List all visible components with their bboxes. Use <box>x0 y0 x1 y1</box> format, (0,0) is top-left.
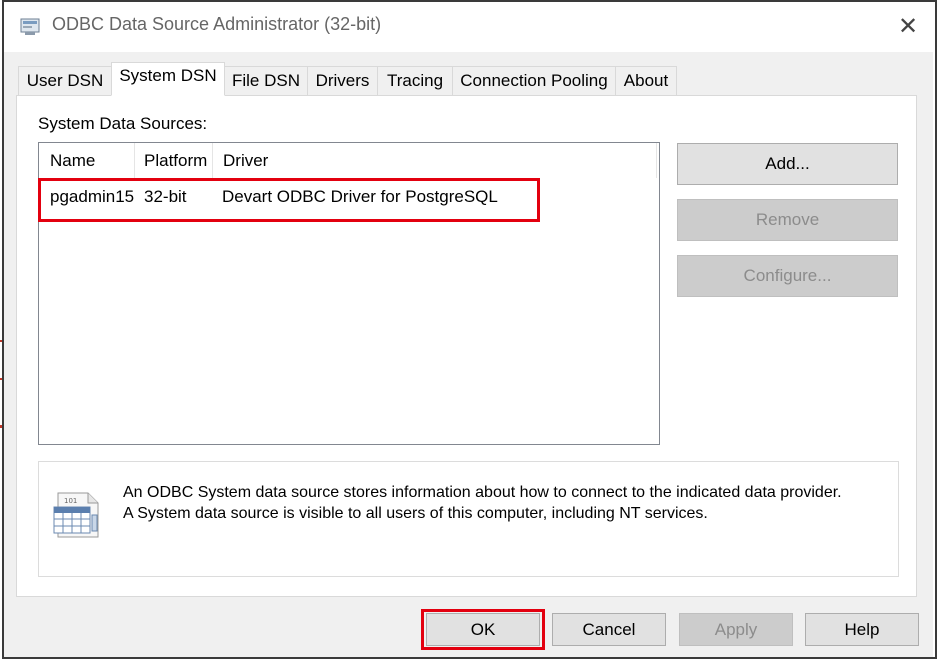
tab-label: Connection Pooling <box>460 71 608 90</box>
column-header-label: Driver <box>223 150 269 170</box>
column-header-label: Name <box>50 150 96 170</box>
column-header-label: Platform <box>144 150 208 170</box>
configure-button[interactable]: Configure... <box>677 255 898 297</box>
tab-label: Tracing <box>386 71 444 90</box>
window-title: ODBC Data Source Administrator (32-bit) <box>52 14 382 34</box>
tab-tracing[interactable]: Tracing <box>377 66 453 95</box>
tab-label: System DSN <box>119 66 217 85</box>
tab-about[interactable]: About <box>615 66 677 95</box>
tab-label: Drivers <box>315 71 370 90</box>
description-line-1: An ODBC System data source stores inform… <box>123 484 842 501</box>
close-icon: ✕ <box>897 12 919 40</box>
column-header-driver[interactable]: Driver <box>213 143 658 178</box>
svg-text:101: 101 <box>64 497 77 505</box>
tab-connection-pooling[interactable]: Connection Pooling <box>452 66 616 95</box>
close-button[interactable]: ✕ <box>886 6 930 46</box>
row-highlight-annotation <box>38 178 540 222</box>
tab-system-dsn[interactable]: System DSN <box>111 62 225 96</box>
column-header-name[interactable]: Name <box>40 143 135 178</box>
system-data-sources-label: System Data Sources: <box>38 114 208 133</box>
column-header-platform[interactable]: Platform <box>135 143 213 178</box>
column-header-divider-end <box>656 143 657 178</box>
cancel-button[interactable]: Cancel <box>552 613 666 646</box>
data-source-icon: 101 <box>50 489 102 541</box>
help-button[interactable]: Help <box>805 613 919 646</box>
description-line-2: A System data source is visible to all u… <box>123 505 708 522</box>
tab-label: User DSN <box>26 71 104 90</box>
tab-file-dsn[interactable]: File DSN <box>224 66 308 95</box>
remove-button[interactable]: Remove <box>677 199 898 241</box>
tab-label: About <box>623 71 669 90</box>
apply-button[interactable]: Apply <box>679 613 793 646</box>
odbc-admin-icon <box>20 16 42 36</box>
ok-button-highlight-annotation <box>421 609 545 650</box>
add-button[interactable]: Add... <box>677 143 898 185</box>
tab-user-dsn[interactable]: User DSN <box>18 66 112 95</box>
tab-label: File DSN <box>231 71 300 90</box>
tab-drivers[interactable]: Drivers <box>307 66 378 95</box>
